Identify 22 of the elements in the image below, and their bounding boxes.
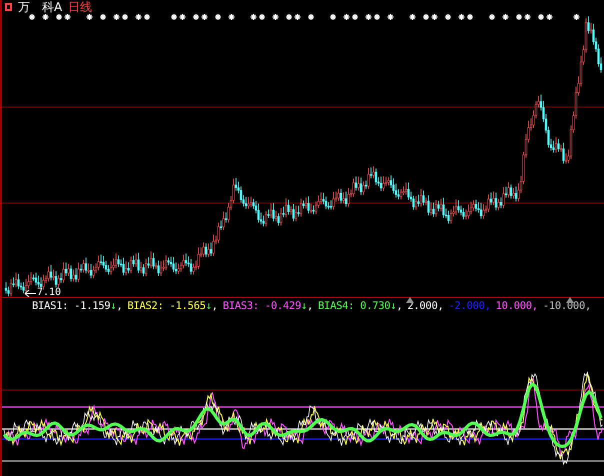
arrow-icon [24,288,36,298]
stock-name: 万 科A [18,0,62,16]
triangle-marker-icon [406,297,414,303]
low-price-label: 7.10 [37,288,62,298]
separator-comma: , [212,300,218,312]
indicator-value: BIAS1: -1.159 [32,300,110,312]
trend-arrow: ↓ [206,300,212,312]
triangle-marker-icon [566,297,574,303]
trend-arrow: ↓ [390,300,396,312]
trend-arrow: ↓ [110,300,116,312]
separator-comma: , [116,300,122,312]
level-value: 10.000, [496,300,538,312]
period-label: 日线 [68,0,92,16]
panel-marker-icon [5,3,12,11]
trend-arrow: ↓ [300,300,307,312]
level-value: -2.000, [448,300,491,312]
separator-comma: , [307,300,314,312]
level-value: -10.000, [542,300,591,312]
separator-comma: , [396,300,402,312]
indicator-value: BIAS3: -0.429 [222,300,301,312]
indicator-value: BIAS4: 0.730 [318,300,390,312]
indicator-value: BIAS2: -1.565 [127,300,206,312]
